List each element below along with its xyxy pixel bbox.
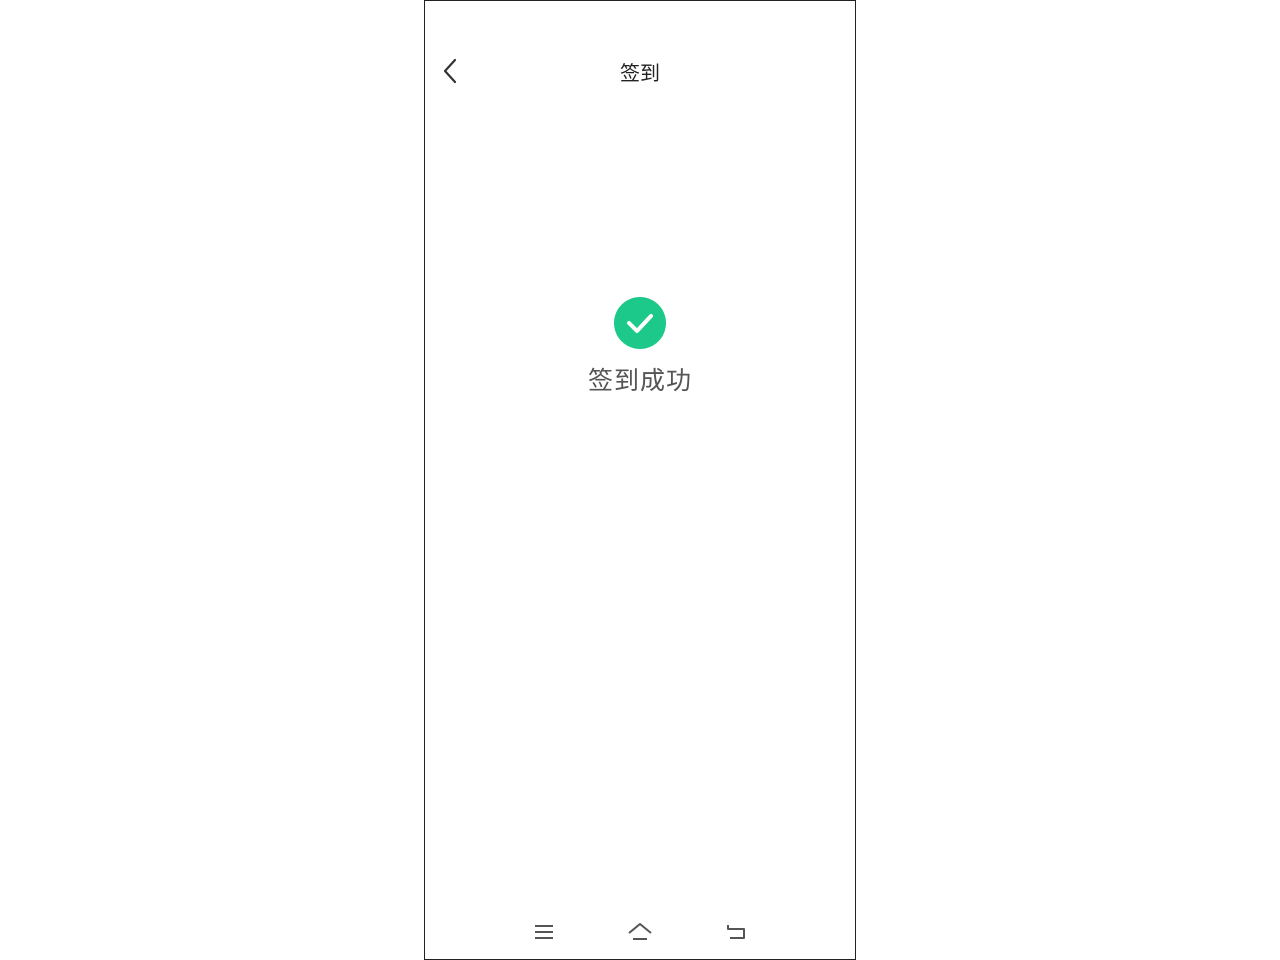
home-icon bbox=[628, 923, 652, 940]
home-button[interactable] bbox=[625, 917, 655, 947]
success-panel: 签到成功 bbox=[425, 297, 855, 397]
menu-button[interactable] bbox=[529, 917, 559, 947]
phone-screen: 签到 签到成功 bbox=[424, 0, 856, 960]
checkmark-icon bbox=[627, 314, 653, 333]
success-message: 签到成功 bbox=[587, 366, 692, 395]
return-button[interactable] bbox=[721, 917, 751, 947]
return-icon bbox=[727, 925, 745, 939]
menu-icon bbox=[535, 925, 553, 939]
page-title: 签到 bbox=[620, 61, 660, 85]
system-navigation-bar bbox=[425, 917, 855, 947]
top-nav-bar: 签到 bbox=[425, 45, 855, 101]
check-circle-icon bbox=[614, 297, 666, 349]
